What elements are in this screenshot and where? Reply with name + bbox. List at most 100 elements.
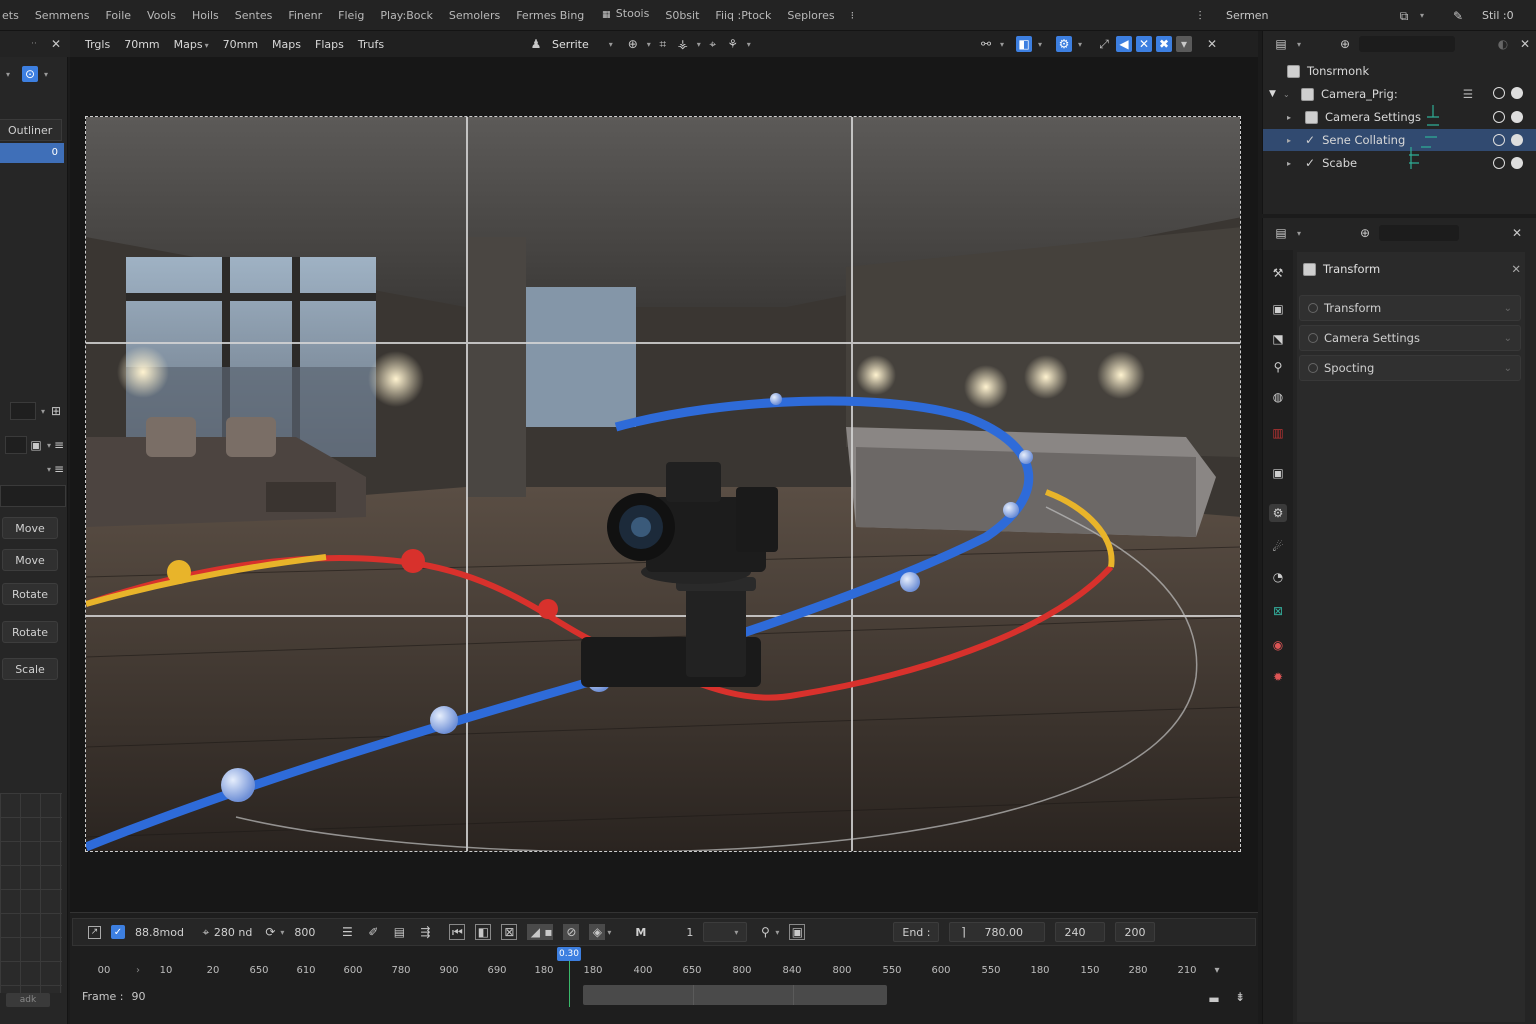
rotate-button-2[interactable]: Rotate xyxy=(2,621,58,643)
outliner-row-scale[interactable]: ▸ ✓ Scabe xyxy=(1263,152,1536,174)
step-field[interactable]: 240 xyxy=(1050,922,1110,942)
object-tab-icon[interactable]: ▣ xyxy=(1269,464,1287,482)
modifier-tab-icon[interactable]: ⚙ xyxy=(1269,504,1287,522)
menu-item-12[interactable]: S0bsit xyxy=(657,9,707,22)
eye-icon[interactable] xyxy=(1493,157,1505,169)
outliner-search-input[interactable] xyxy=(1359,36,1456,52)
camera-view-frame[interactable] xyxy=(85,116,1241,852)
shading-label[interactable]: Serrite xyxy=(552,38,589,51)
outliner-row-collection[interactable]: Tonsrmonk xyxy=(1263,60,1536,82)
chevron-down-icon[interactable]: ▾ xyxy=(47,465,51,474)
render-icon[interactable] xyxy=(1511,134,1523,146)
menu-item-10[interactable]: Fermes Bing xyxy=(508,9,592,22)
material-tab-icon[interactable]: ✹ xyxy=(1269,668,1287,686)
cross-icon[interactable]: ✕ xyxy=(1136,36,1153,52)
menu-item-5[interactable]: Sentes xyxy=(227,9,281,22)
menu-item-6[interactable]: Finenr xyxy=(280,9,330,22)
play-reverse-icon[interactable]: ⊠ xyxy=(496,924,522,940)
menu-item-8[interactable]: Play:Bock xyxy=(372,9,441,22)
close-icon[interactable]: ✕ xyxy=(1509,225,1525,241)
chevron-down-icon[interactable]: ▾ xyxy=(41,407,45,416)
zoom-icon[interactable]: ▬ xyxy=(1206,991,1222,1007)
window-icon[interactable]: ⧉ xyxy=(1396,8,1412,24)
menu-item-2[interactable]: Foile xyxy=(97,9,139,22)
scene-tab-icon[interactable]: ⚲ xyxy=(1269,358,1287,376)
chevron-down-icon[interactable]: ▾ xyxy=(609,40,613,49)
eye-icon[interactable] xyxy=(1493,111,1505,123)
chevron-down-icon[interactable]: ▾ xyxy=(1078,40,1082,49)
add-icon[interactable]: ⊕ xyxy=(1357,225,1373,241)
header-item-3[interactable]: 70mm xyxy=(216,38,265,51)
play-icon[interactable]: ◢ ▪ xyxy=(522,924,558,940)
header-item-6[interactable]: Trufs xyxy=(351,38,391,51)
arrow-left-icon[interactable]: ◀ xyxy=(1116,36,1133,52)
frame-dropdown[interactable]: ▾ xyxy=(698,922,752,942)
eye-icon[interactable] xyxy=(1493,87,1505,99)
header-item-5[interactable]: Flaps xyxy=(308,38,351,51)
chevron-down-icon[interactable]: ▾ xyxy=(1038,40,1042,49)
current-frame[interactable]: 1 xyxy=(681,926,698,939)
menubar-user-label[interactable]: Stil :0 xyxy=(1482,9,1514,22)
chevron-down-icon[interactable]: ▾ xyxy=(1176,36,1193,52)
chevron-right-icon[interactable]: ▸ xyxy=(1287,113,1305,122)
transform-icon[interactable]: ⌖ xyxy=(705,36,721,52)
jump-end-icon[interactable]: ◈ ▾ xyxy=(584,924,616,940)
user-icon[interactable]: ♟ xyxy=(528,36,544,52)
proportional-icon[interactable]: ⚘ xyxy=(725,36,741,52)
tool-tab-icon[interactable]: ⚒ xyxy=(1269,264,1287,282)
panel-camera-settings[interactable]: Camera Settings ⌄ xyxy=(1299,325,1521,351)
collapse-icon[interactable]: ✖ xyxy=(1156,36,1173,52)
chevron-down-icon[interactable]: ▾ xyxy=(1420,11,1424,20)
chevron-down-icon[interactable]: ▾ xyxy=(697,40,701,49)
3d-viewport[interactable] xyxy=(70,57,1258,912)
more-menu-icon[interactable]: ⁝ xyxy=(843,9,863,22)
total-field[interactable]: 200 xyxy=(1110,922,1160,942)
menu-item-11[interactable]: ▦ Stoois xyxy=(592,7,657,24)
close-icon[interactable]: ✕ xyxy=(1204,36,1220,52)
rate-value[interactable]: 800 xyxy=(289,926,320,939)
eye-icon[interactable] xyxy=(1493,134,1505,146)
properties-search-input[interactable] xyxy=(1379,225,1460,241)
select-mode-icon[interactable]: ⊙ xyxy=(22,66,39,82)
end-field-box[interactable]: End : xyxy=(888,922,944,942)
outliner-row-scene-collating[interactable]: ▸ ✓ Sene Collating xyxy=(1263,129,1536,151)
gizmo-icon[interactable]: ⚙ xyxy=(1056,36,1073,52)
timeline-ruler[interactable]: 00 › 10 20 650 610 600 780 900 690 180 1… xyxy=(70,961,1258,981)
playhead-label[interactable]: 0.30 xyxy=(557,947,581,961)
editor-type-icon[interactable]: ▤ xyxy=(1273,36,1289,52)
snap-icon[interactable]: ⌗ xyxy=(655,36,671,52)
outliner-row-camera-rig[interactable]: ▼ ⌄ Camera_Prig: ☰ xyxy=(1263,83,1536,105)
menu-item-7[interactable]: Fleig xyxy=(330,9,372,22)
add-icon[interactable]: ⊕ xyxy=(1337,36,1353,52)
check-icon[interactable]: ✓ xyxy=(1305,133,1315,147)
check-icon[interactable]: ✓ xyxy=(1305,156,1315,170)
physics-tab-icon[interactable]: ◔ xyxy=(1269,568,1287,586)
prev-key-icon[interactable]: ◧ xyxy=(470,924,496,940)
constraints-tab-icon[interactable]: ⊠ xyxy=(1269,602,1287,620)
particles-tab-icon[interactable]: ☄ xyxy=(1269,538,1287,556)
left-field[interactable] xyxy=(0,485,66,507)
menubar-search-label[interactable]: Sermen xyxy=(1226,9,1269,22)
sync-icon[interactable]: ⟳ ▾ xyxy=(257,924,289,940)
chevron-down-icon[interactable]: ▾ xyxy=(6,70,10,79)
left-dropdown[interactable] xyxy=(9,402,36,420)
image-icon[interactable]: ▣ xyxy=(30,437,42,453)
render-tab-icon[interactable]: ▣ xyxy=(1269,300,1287,318)
playhead-line[interactable] xyxy=(569,961,570,1007)
auto-key-checkbox[interactable]: ✓ xyxy=(106,925,130,939)
expand-icon[interactable]: ▼ xyxy=(1269,89,1283,99)
outliner-label[interactable]: Outliner xyxy=(0,119,62,141)
header-item-0[interactable]: Trgls xyxy=(78,38,117,51)
link-icon[interactable]: ⚯ xyxy=(978,36,994,52)
render-icon[interactable] xyxy=(1511,111,1523,123)
data-tab-icon[interactable]: ◉ xyxy=(1269,636,1287,654)
pin-icon[interactable]: ⇟ xyxy=(1232,989,1248,1005)
next-key-icon[interactable]: ⊘ xyxy=(558,924,584,940)
marker-icon[interactable]: ⇶ xyxy=(412,924,438,940)
menu-item-13[interactable]: Fiiq :Ptock xyxy=(707,9,779,22)
chevron-right-icon[interactable]: ▸ xyxy=(1287,136,1305,145)
move-button[interactable]: Move xyxy=(2,517,58,539)
end-field[interactable]: ⌖ 280 nd xyxy=(193,924,257,940)
outliner-row-camera-settings[interactable]: ▸ Camera Settings xyxy=(1263,106,1536,128)
checkbox-icon[interactable] xyxy=(1303,262,1316,276)
